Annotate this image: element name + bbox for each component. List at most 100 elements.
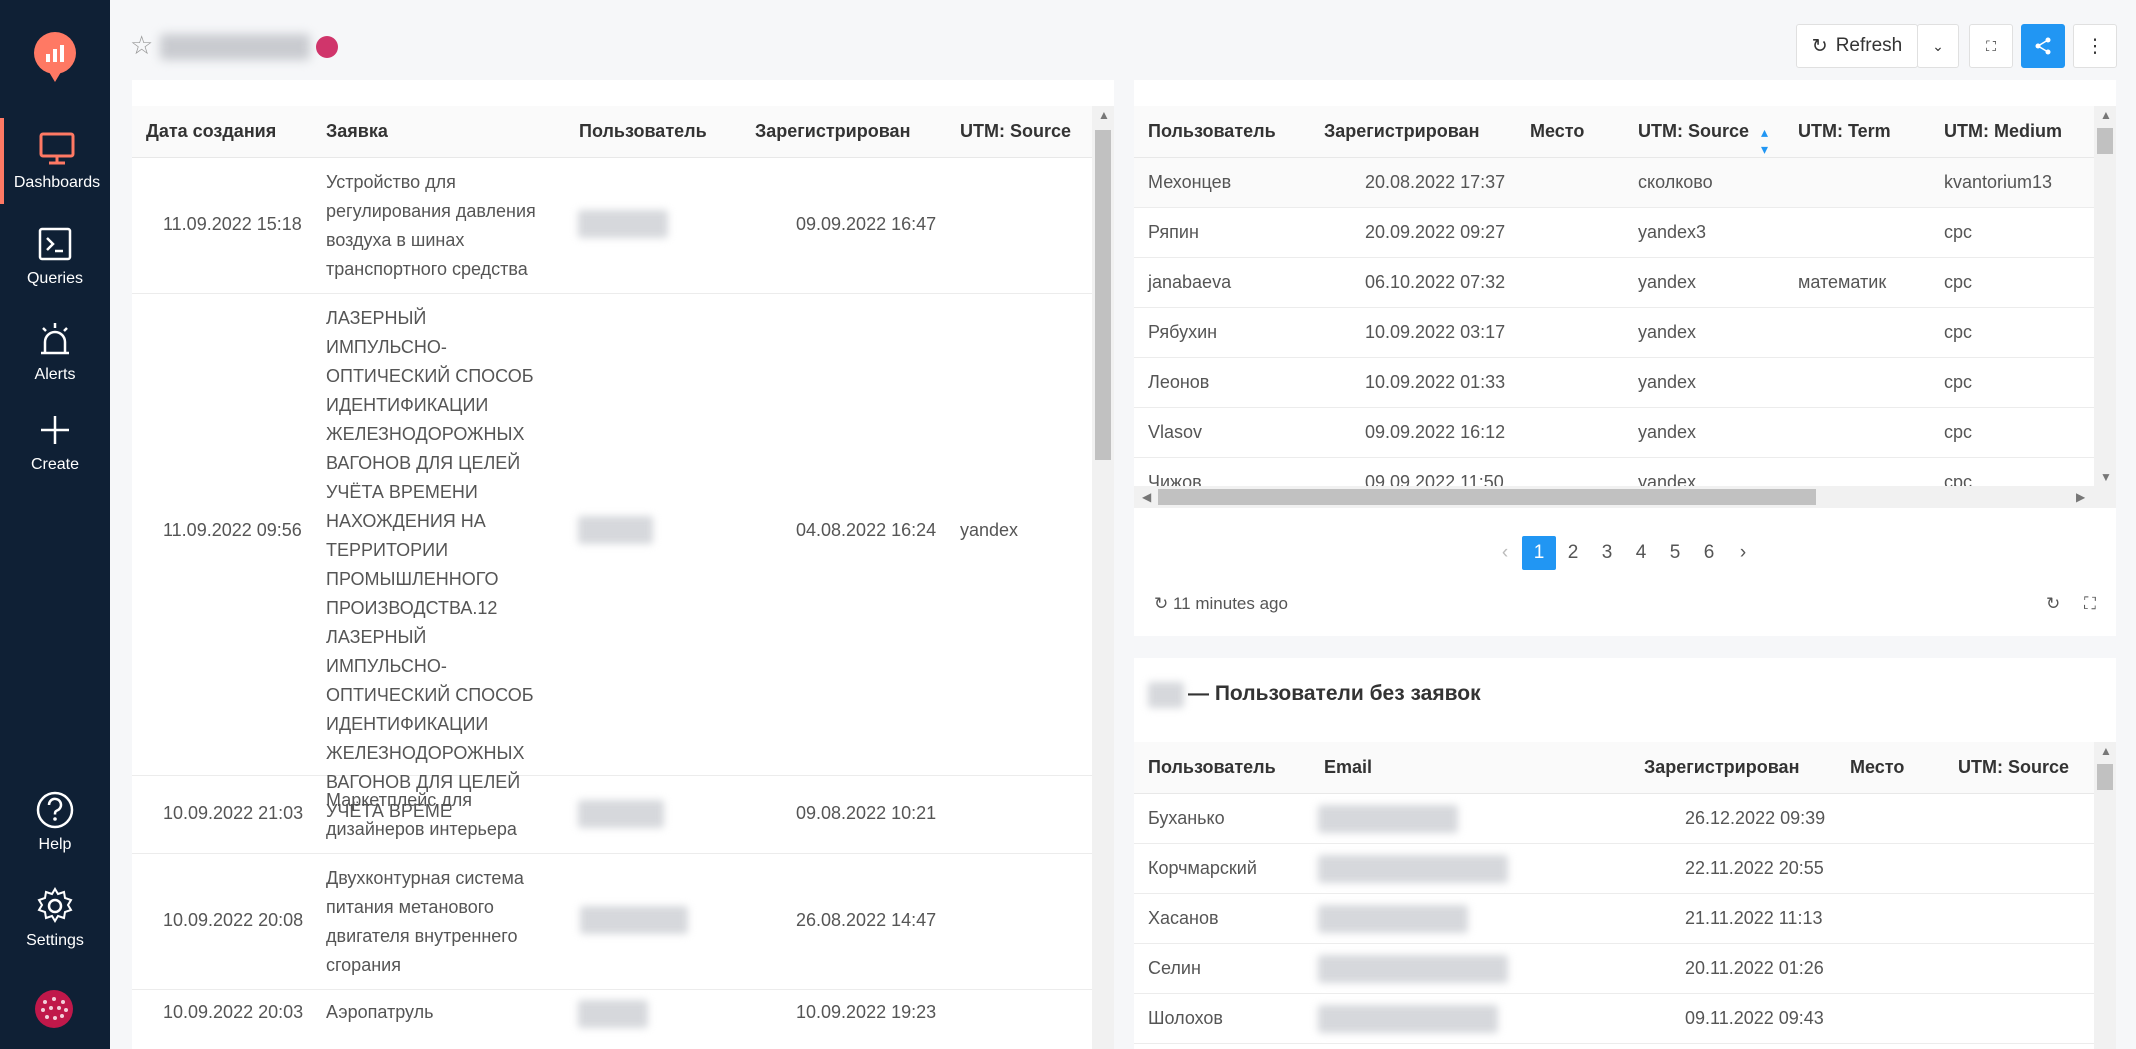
more-options-button[interactable]: ⋮ bbox=[2073, 24, 2117, 68]
next-page-icon[interactable]: › bbox=[1726, 536, 1760, 570]
sidebar: Dashboards Queries Alerts Create Help Se… bbox=[0, 0, 110, 1049]
page-button[interactable]: 2 bbox=[1556, 536, 1590, 570]
sidebar-item-queries[interactable]: Queries bbox=[0, 214, 110, 300]
avatar[interactable] bbox=[35, 990, 73, 1028]
cell-registered: 26.12.2022 09:39 bbox=[1685, 808, 1826, 828]
cell-registered: 09.09.2022 16:47 bbox=[796, 214, 937, 234]
scrollbar-thumb[interactable] bbox=[1158, 489, 1816, 505]
column-header[interactable]: Зарегистрирован bbox=[1644, 757, 1799, 778]
sort-icon[interactable]: ▴ ▾ bbox=[1761, 124, 1768, 158]
table-row[interactable]: Шолохов 09.11.2022 09:43 bbox=[1134, 994, 2094, 1044]
page-button[interactable]: 6 bbox=[1692, 536, 1726, 570]
fullscreen-button[interactable]: ⛶ bbox=[1969, 24, 2013, 68]
table-row[interactable]: Мехонцев 20.08.2022 17:37 сколково kvant… bbox=[1134, 158, 2094, 208]
vertical-scrollbar[interactable]: ▲ bbox=[1092, 106, 1114, 1049]
cell-utm-term: математик bbox=[1798, 272, 1887, 292]
scroll-up-icon[interactable]: ▲ bbox=[1098, 108, 1110, 122]
cell-user-redacted bbox=[580, 906, 688, 934]
page-button[interactable]: 3 bbox=[1590, 536, 1624, 570]
widget-title[interactable]: — Пользователи без заявок bbox=[1188, 682, 1481, 706]
scrollbar-thumb[interactable] bbox=[2097, 764, 2113, 790]
cell-user-redacted bbox=[578, 516, 653, 544]
sidebar-item-dashboards[interactable]: Dashboards bbox=[0, 118, 110, 204]
table-row[interactable]: 10.09.2022 21:03 Маркетплейс для дизайне… bbox=[132, 776, 1092, 854]
scrollbar-thumb[interactable] bbox=[2097, 128, 2113, 154]
column-header[interactable]: UTM: Source bbox=[960, 121, 1071, 142]
table-row[interactable]: Хасанов 21.11.2022 11:13 bbox=[1134, 894, 2094, 944]
sidebar-item-alerts[interactable]: Alerts bbox=[0, 310, 110, 396]
cell-user: Хасанов bbox=[1148, 908, 1219, 928]
terminal-icon bbox=[38, 227, 72, 261]
table-row[interactable]: 10.09.2022 20:08 Двухконтурная система п… bbox=[132, 854, 1092, 990]
table-row[interactable]: 11.09.2022 09:56 ЛАЗЕРНЫЙ ИМПУЛЬСНО-ОПТИ… bbox=[132, 294, 1092, 821]
share-button[interactable] bbox=[2021, 24, 2065, 68]
page-button[interactable]: 5 bbox=[1658, 536, 1692, 570]
scroll-left-icon[interactable]: ◀ bbox=[1142, 490, 1151, 504]
dashboard-header: ☆ ↻ Refresh ⌄ ⛶ ⋮ bbox=[110, 0, 2136, 80]
widget-expand-icon[interactable]: ⛶ bbox=[2084, 594, 2096, 614]
app-logo[interactable] bbox=[34, 32, 76, 82]
table-row[interactable]: Корчмарский 22.11.2022 20:55 bbox=[1134, 844, 2094, 894]
column-header[interactable]: Место bbox=[1850, 757, 1904, 778]
column-header[interactable]: Дата создания bbox=[146, 121, 276, 142]
cell-utm-medium: cpc bbox=[1944, 222, 1973, 242]
vertical-scrollbar[interactable]: ▲ bbox=[2094, 742, 2116, 1049]
cell-utm-source: yandex bbox=[960, 520, 1019, 540]
prev-page-icon[interactable]: ‹ bbox=[1488, 536, 1522, 570]
cell-user: Чижов bbox=[1148, 472, 1202, 486]
column-header[interactable]: Зарегистрирован bbox=[755, 121, 910, 142]
column-header[interactable]: UTM: Term bbox=[1798, 121, 1891, 142]
scroll-up-icon[interactable]: ▲ bbox=[2100, 108, 2112, 122]
table-row[interactable]: Селин 20.11.2022 01:26 bbox=[1134, 944, 2094, 994]
widget-title-redacted bbox=[1148, 682, 1184, 708]
scrollbar-thumb[interactable] bbox=[1095, 130, 1111, 460]
cell-created: 11.09.2022 15:18 bbox=[163, 214, 302, 234]
page-button[interactable]: 1 bbox=[1522, 536, 1556, 570]
column-header[interactable]: Место bbox=[1530, 121, 1584, 142]
right-bottom-widget: — Пользователи без заявок Пользователь E… bbox=[1134, 658, 2116, 1049]
cell-user: Леонов bbox=[1148, 372, 1210, 392]
table-row[interactable]: Рябухин 10.09.2022 03:17 yandex cpc bbox=[1134, 308, 2094, 358]
table-row[interactable]: janabaeva 06.10.2022 07:32 yandex матема… bbox=[1134, 258, 2094, 308]
alarm-icon bbox=[41, 323, 69, 355]
table-row[interactable]: Vlasov 09.09.2022 16:12 yandex cpc bbox=[1134, 408, 2094, 458]
sidebar-item-create[interactable]: Create bbox=[0, 400, 110, 486]
cell-registered: 09.09.2022 11:50 bbox=[1365, 472, 1504, 486]
refresh-button[interactable]: ↻ Refresh bbox=[1796, 24, 1918, 68]
cell-created: 10.09.2022 20:03 bbox=[163, 1002, 304, 1022]
table-row[interactable]: Буханько 26.12.2022 09:39 bbox=[1134, 794, 2094, 844]
scroll-down-icon[interactable]: ▼ bbox=[2100, 470, 2112, 484]
cell-user: Буханько bbox=[1148, 808, 1225, 828]
scroll-up-icon[interactable]: ▲ bbox=[2100, 744, 2112, 758]
column-header[interactable]: Пользователь bbox=[1148, 757, 1276, 778]
column-header[interactable]: Заявка bbox=[326, 121, 388, 142]
column-header[interactable]: UTM: Medium bbox=[1944, 121, 2062, 142]
cell-utm-source: yandex bbox=[1638, 372, 1697, 392]
column-header[interactable]: Зарегистрирован bbox=[1324, 121, 1479, 142]
column-header[interactable]: Email bbox=[1324, 757, 1372, 778]
table-row[interactable]: Ряпин 20.09.2022 09:27 yandex3 cpc bbox=[1134, 208, 2094, 258]
cell-user: Vlasov bbox=[1148, 422, 1203, 442]
column-header[interactable]: Пользователь bbox=[579, 121, 707, 142]
scroll-right-icon[interactable]: ▶ bbox=[2076, 490, 2085, 504]
table-row[interactable]: 10.09.2022 20:03 Аэропатруль 10.09.2022 … bbox=[132, 990, 1092, 1049]
table-row[interactable]: Леонов 10.09.2022 01:33 yandex cpc bbox=[1134, 358, 2094, 408]
table-row[interactable]: Чижов 09.09.2022 11:50 yandex cpc bbox=[1134, 458, 2094, 486]
widget-refresh-icon[interactable]: ↻ bbox=[2046, 594, 2060, 614]
column-header[interactable]: UTM: Source bbox=[1638, 121, 1749, 142]
cell-request: ЛАЗЕРНЫЙ ИМПУЛЬСНО-ОПТИЧЕСКИЙ СПОСОБ ИДЕ… bbox=[326, 308, 534, 821]
refresh-dropdown-button[interactable]: ⌄ bbox=[1917, 24, 1959, 68]
favorite-star-icon[interactable]: ☆ bbox=[130, 30, 153, 61]
column-header[interactable]: UTM: Source bbox=[1958, 757, 2069, 778]
vertical-scrollbar[interactable]: ▲ ▼ bbox=[2094, 106, 2116, 508]
column-header[interactable]: Пользователь bbox=[1148, 121, 1276, 142]
horizontal-scrollbar[interactable]: ◀ ▶ bbox=[1134, 486, 2094, 508]
cell-registered: 20.08.2022 17:37 bbox=[1365, 172, 1506, 192]
cell-email-redacted bbox=[1318, 1005, 1498, 1033]
table-row[interactable]: 11.09.2022 15:18 Устройство для регулиро… bbox=[132, 158, 1092, 294]
sidebar-item-settings[interactable]: Settings bbox=[0, 876, 110, 962]
page-button[interactable]: 4 bbox=[1624, 536, 1658, 570]
cell-utm-medium: cpc bbox=[1944, 272, 1973, 292]
cell-utm-source: yandex bbox=[1638, 322, 1697, 342]
sidebar-item-help[interactable]: Help bbox=[0, 780, 110, 866]
